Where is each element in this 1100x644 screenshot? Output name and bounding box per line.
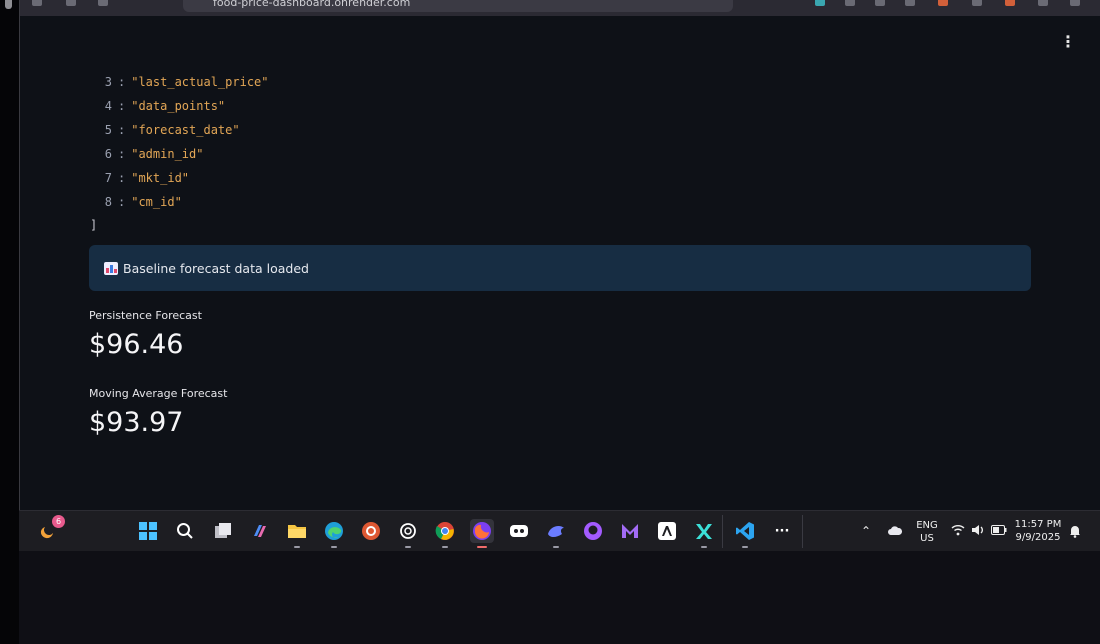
json-row: 4: "data_points" — [90, 94, 269, 118]
github-icon[interactable] — [581, 519, 605, 543]
metric-label: Moving Average Forecast — [89, 387, 228, 400]
extension-icon[interactable] — [905, 0, 915, 6]
back-icon[interactable] — [32, 0, 42, 6]
taskbar-separator — [722, 515, 723, 548]
taskbar: 6 ··· ⌃ ENG US 11:57 PM 9/9/2025 — [19, 510, 1100, 551]
chatgpt-icon[interactable] — [396, 519, 420, 548]
app-icon[interactable] — [655, 519, 679, 543]
app-menu-icon[interactable]: ⋮ — [1060, 34, 1076, 50]
json-value: "forecast_date" — [131, 123, 240, 137]
json-index: 8 — [104, 195, 112, 209]
json-index: 3 — [104, 75, 112, 89]
json-value: "data_points" — [131, 99, 226, 113]
file-explorer-icon[interactable] — [285, 519, 309, 548]
running-indicator — [294, 546, 300, 548]
app-icon[interactable] — [507, 519, 531, 543]
address-bar[interactable]: food-price-dashboard.onrender.com — [183, 0, 733, 12]
json-closing-bracket: ] — [90, 218, 98, 232]
json-row: 5: "forecast_date" — [90, 118, 269, 142]
json-value: "last_actual_price" — [131, 75, 269, 89]
json-row: 8: "cm_id" — [90, 190, 269, 214]
json-row: 3: "last_actual_price" — [90, 70, 269, 94]
json-index: 5 — [104, 123, 112, 137]
json-row: 6: "admin_id" — [90, 142, 269, 166]
json-colon: : — [118, 99, 126, 113]
firefox-icon[interactable] — [470, 519, 494, 548]
alert-text: Baseline forecast data loaded — [123, 260, 309, 276]
json-colon: : — [118, 195, 126, 209]
task-view-icon[interactable] — [211, 519, 235, 543]
metric-moving-average: Moving Average Forecast $93.97 — [89, 387, 227, 438]
vscode-icon[interactable] — [733, 519, 757, 548]
taskbar-separator — [802, 515, 803, 548]
reload-icon[interactable] — [98, 0, 108, 6]
extension-icon[interactable] — [1005, 0, 1015, 6]
duckduckgo-icon[interactable] — [359, 519, 383, 543]
desktop-edge — [0, 0, 19, 644]
json-index: 4 — [104, 99, 112, 113]
running-indicator — [405, 546, 411, 548]
metric-persistence: Persistence Forecast $96.46 — [89, 309, 202, 360]
json-colon: : — [118, 171, 126, 185]
copilot-icon[interactable] — [248, 519, 272, 543]
more-apps-icon[interactable]: ··· — [770, 519, 794, 543]
json-index: 6 — [104, 147, 112, 161]
info-alert: Baseline forecast data loaded — [89, 245, 1031, 291]
show-hidden-icons-icon[interactable]: ⌃ — [861, 524, 871, 538]
json-value: "cm_id" — [131, 195, 182, 209]
json-row: 7: "mkt_id" — [90, 166, 269, 190]
browser-window: food-price-dashboard.onrender.com ⋮ 3: "l… — [19, 0, 1100, 551]
json-index: 7 — [104, 171, 112, 185]
running-indicator — [331, 546, 337, 548]
menu-icon[interactable] — [1070, 0, 1080, 6]
battery-icon[interactable] — [991, 524, 1007, 538]
active-indicator — [477, 546, 487, 548]
language-indicator[interactable]: ENG US — [913, 519, 941, 545]
notification-badge: 6 — [52, 515, 65, 528]
running-indicator — [701, 546, 707, 548]
search-icon[interactable] — [173, 519, 197, 543]
json-value: "admin_id" — [131, 147, 204, 161]
notifications-bell-icon[interactable] — [1068, 524, 1082, 541]
extension-icon[interactable] — [875, 0, 885, 6]
app-icon[interactable] — [544, 519, 568, 548]
metric-value: $96.46 — [89, 329, 184, 360]
onedrive-icon[interactable] — [887, 524, 903, 539]
json-colon: : — [118, 123, 126, 137]
weather-widget-icon[interactable]: 6 — [35, 515, 65, 543]
json-colon: : — [118, 75, 126, 89]
extension-icon[interactable] — [1038, 0, 1048, 6]
extension-icon[interactable] — [972, 0, 982, 6]
app-icon[interactable] — [618, 519, 642, 543]
app-icon[interactable] — [692, 519, 716, 548]
edge-browser-icon[interactable] — [322, 519, 346, 548]
extension-icon[interactable] — [815, 0, 825, 6]
running-indicator — [442, 546, 448, 548]
running-indicator — [742, 546, 748, 548]
extension-icon[interactable] — [845, 0, 855, 6]
extension-icon[interactable] — [938, 0, 948, 6]
forward-icon[interactable] — [66, 0, 76, 6]
start-icon[interactable] — [136, 519, 160, 543]
json-value: "mkt_id" — [131, 171, 190, 185]
bar-chart-icon — [104, 261, 118, 275]
metric-label: Persistence Forecast — [89, 309, 202, 322]
running-indicator — [553, 546, 559, 548]
url-text: food-price-dashboard.onrender.com — [213, 0, 411, 9]
json-viewer: 3: "last_actual_price" 4: "data_points" 5: "f… — [90, 70, 269, 236]
volume-icon[interactable] — [971, 524, 985, 539]
chrome-icon[interactable] — [433, 519, 457, 548]
browser-toolbar: food-price-dashboard.onrender.com — [20, 0, 1100, 16]
scrollbar-thumb[interactable] — [5, 0, 12, 9]
overflow-text: ··· — [774, 523, 790, 539]
clock-time: 11:57 PM — [1014, 519, 1062, 530]
language-code: ENG — [916, 520, 938, 531]
region-code: US — [920, 533, 934, 544]
metric-value: $93.97 — [89, 407, 184, 438]
json-colon: : — [118, 147, 126, 161]
wifi-icon[interactable] — [951, 524, 965, 539]
clock[interactable]: 11:57 PM 9/9/2025 — [1013, 518, 1063, 544]
clock-date: 9/9/2025 — [1015, 532, 1061, 543]
